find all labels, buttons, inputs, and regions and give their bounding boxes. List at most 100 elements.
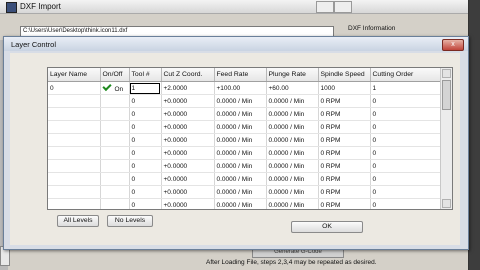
scroll-thumb[interactable] (442, 80, 451, 110)
cell-on-off[interactable]: On (100, 81, 130, 95)
table-row[interactable]: 0 +0.0000 0.0000 / Min 0.0000 / Min 0 RPM 0 (48, 159, 441, 173)
cell-tool[interactable]: 1 (129, 81, 162, 95)
cell-on-off[interactable] (100, 159, 130, 173)
cell-plunge-rate[interactable]: 0.0000 / Min (266, 172, 319, 186)
cell-layer-name[interactable] (48, 185, 101, 199)
cell-spindle-speed[interactable]: 0 RPM (318, 198, 371, 209)
cell-spindle-speed[interactable]: 0 RPM (318, 94, 371, 108)
cell-cut-z[interactable]: +0.0000 (161, 198, 215, 209)
cell-cut-z[interactable]: +0.0000 (161, 107, 215, 121)
col-header-tool[interactable]: Tool # (129, 68, 162, 82)
cell-cutting-order[interactable]: 0 (370, 107, 441, 121)
cell-layer-name[interactable] (48, 159, 101, 173)
cell-tool[interactable]: 0 (129, 133, 162, 147)
cell-cut-z[interactable]: +0.0000 (161, 185, 215, 199)
cell-cutting-order[interactable]: 0 (370, 146, 441, 160)
cell-cut-z[interactable]: +0.0000 (161, 172, 215, 186)
cell-tool[interactable]: 0 (129, 159, 162, 173)
table-row[interactable]: 0 +0.0000 0.0000 / Min 0.0000 / Min 0 RPM 0 (48, 172, 441, 186)
cell-feed-rate[interactable]: +100.00 (214, 81, 267, 95)
cell-cut-z[interactable]: +2.0000 (161, 81, 215, 95)
cell-cutting-order[interactable]: 0 (370, 120, 441, 134)
cell-feed-rate[interactable]: 0.0000 / Min (214, 107, 267, 121)
cell-layer-name[interactable] (48, 172, 101, 186)
cell-on-off[interactable] (100, 172, 130, 186)
cell-cutting-order[interactable]: 0 (370, 94, 441, 108)
table-row[interactable]: 0 +0.0000 0.0000 / Min 0.0000 / Min 0 RPM 0 (48, 107, 441, 121)
scroll-down-icon[interactable] (442, 199, 451, 208)
cell-cutting-order[interactable]: 0 (370, 172, 441, 186)
cell-plunge-rate[interactable]: 0.0000 / Min (266, 185, 319, 199)
table-row[interactable]: 0 +0.0000 0.0000 / Min 0.0000 / Min 0 RPM 0 (48, 198, 441, 209)
cell-feed-rate[interactable]: 0.0000 / Min (214, 159, 267, 173)
cell-on-off[interactable] (100, 185, 130, 199)
cell-feed-rate[interactable]: 0.0000 / Min (214, 185, 267, 199)
table-row[interactable]: 0 +0.0000 0.0000 / Min 0.0000 / Min 0 RPM 0 (48, 146, 441, 160)
cell-spindle-speed[interactable]: 0 RPM (318, 185, 371, 199)
cell-cut-z[interactable]: +0.0000 (161, 133, 215, 147)
checkmark-icon[interactable] (101, 81, 112, 91)
col-header-cutting-order[interactable]: Cutting Order (370, 68, 441, 82)
table-row[interactable]: 0 +0.0000 0.0000 / Min 0.0000 / Min 0 RPM 0 (48, 120, 441, 134)
cell-cut-z[interactable]: +0.0000 (161, 120, 215, 134)
cell-layer-name[interactable]: 0 (48, 81, 101, 95)
cell-on-off[interactable] (100, 107, 130, 121)
table-row[interactable]: 0 +0.0000 0.0000 / Min 0.0000 / Min 0 RPM 0 (48, 94, 441, 108)
table-row[interactable]: 0 +0.0000 0.0000 / Min 0.0000 / Min 0 RPM 0 (48, 133, 441, 147)
cell-tool[interactable]: 0 (129, 172, 162, 186)
col-header-on-off[interactable]: On/Off (100, 68, 130, 82)
cell-tool[interactable]: 0 (129, 120, 162, 134)
cell-spindle-speed[interactable]: 0 RPM (318, 172, 371, 186)
all-levels-button[interactable]: All Levels (57, 215, 99, 227)
cell-layer-name[interactable] (48, 107, 101, 121)
cell-tool[interactable]: 0 (129, 107, 162, 121)
cell-feed-rate[interactable]: 0.0000 / Min (214, 172, 267, 186)
cell-plunge-rate[interactable]: 0.0000 / Min (266, 94, 319, 108)
cell-plunge-rate[interactable]: 0.0000 / Min (266, 133, 319, 147)
cell-spindle-speed[interactable]: 0 RPM (318, 133, 371, 147)
cell-cutting-order[interactable]: 0 (370, 185, 441, 199)
scroll-up-icon[interactable] (442, 69, 451, 78)
cell-cutting-order[interactable]: 1 (370, 81, 441, 95)
col-header-cut-z[interactable]: Cut Z Coord. (161, 68, 215, 82)
cell-feed-rate[interactable]: 0.0000 / Min (214, 133, 267, 147)
cell-cutting-order[interactable]: 0 (370, 133, 441, 147)
cell-plunge-rate[interactable]: 0.0000 / Min (266, 107, 319, 121)
minimize-icon[interactable] (316, 1, 334, 13)
cell-layer-name[interactable] (48, 120, 101, 134)
cell-on-off[interactable] (100, 146, 130, 160)
cell-plunge-rate[interactable]: 0.0000 / Min (266, 120, 319, 134)
table-row[interactable]: 0 On 1 +2.0000 +100.00 +60.00 1000 1 (48, 81, 441, 95)
cell-feed-rate[interactable]: 0.0000 / Min (214, 146, 267, 160)
ok-button[interactable]: OK (291, 221, 363, 233)
cell-cut-z[interactable]: +0.0000 (161, 159, 215, 173)
close-icon[interactable]: x (442, 39, 464, 51)
cell-plunge-rate[interactable]: +60.00 (266, 81, 319, 95)
cell-spindle-speed[interactable]: 0 RPM (318, 120, 371, 134)
col-header-plunge-rate[interactable]: Plunge Rate (266, 68, 319, 82)
col-header-spindle-speed[interactable]: Spindle Speed (318, 68, 371, 82)
cell-feed-rate[interactable]: 0.0000 / Min (214, 94, 267, 108)
cell-plunge-rate[interactable]: 0.0000 / Min (266, 159, 319, 173)
cell-spindle-speed[interactable]: 0 RPM (318, 146, 371, 160)
cell-tool[interactable]: 0 (129, 198, 162, 209)
cell-on-off[interactable] (100, 133, 130, 147)
cell-tool[interactable]: 0 (129, 94, 162, 108)
cell-on-off[interactable] (100, 120, 130, 134)
maximize-icon[interactable] (334, 1, 352, 13)
col-header-layer-name[interactable]: Layer Name (48, 68, 101, 82)
cell-cut-z[interactable]: +0.0000 (161, 146, 215, 160)
cell-feed-rate[interactable]: 0.0000 / Min (214, 198, 267, 209)
table-row[interactable]: 0 +0.0000 0.0000 / Min 0.0000 / Min 0 RPM 0 (48, 185, 441, 199)
cell-on-off[interactable] (100, 94, 130, 108)
cell-on-off[interactable] (100, 198, 130, 209)
col-header-feed-rate[interactable]: Feed Rate (214, 68, 267, 82)
cell-spindle-speed[interactable]: 0 RPM (318, 107, 371, 121)
cell-spindle-speed[interactable]: 0 RPM (318, 159, 371, 173)
cell-tool[interactable]: 0 (129, 185, 162, 199)
cell-layer-name[interactable] (48, 146, 101, 160)
cell-layer-name[interactable] (48, 198, 101, 209)
cell-cutting-order[interactable]: 0 (370, 198, 441, 209)
cell-cut-z[interactable]: +0.0000 (161, 94, 215, 108)
cell-plunge-rate[interactable]: 0.0000 / Min (266, 198, 319, 209)
